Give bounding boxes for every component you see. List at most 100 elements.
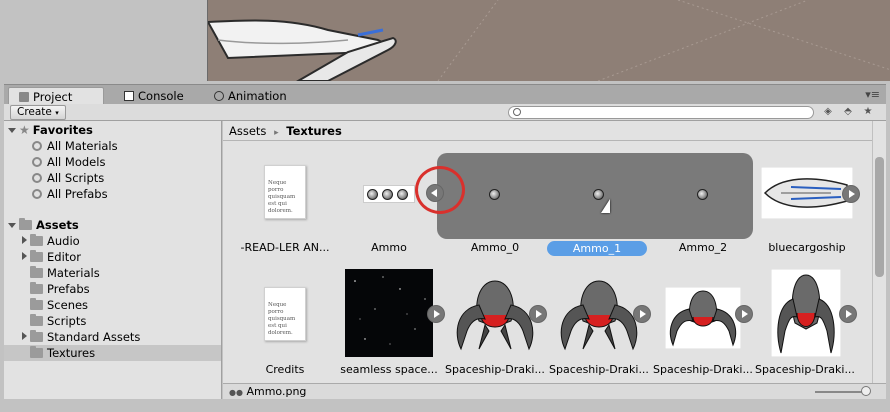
asset-label: Spaceship-Draki... bbox=[549, 363, 649, 376]
assets-header[interactable]: Assets bbox=[8, 217, 79, 233]
clock-icon bbox=[214, 91, 224, 101]
project-sidebar: ★ Favorites All Materials All Models All … bbox=[4, 121, 222, 399]
sidebar-item-label: Textures bbox=[47, 346, 96, 360]
asset-item[interactable]: Spaceship-Draki... bbox=[755, 267, 857, 377]
asset-item[interactable]: Neque porro quisquam est qui dolorem. Cr… bbox=[235, 267, 335, 377]
asset-item[interactable]: Neque porro quisquam est qui dolorem. -R… bbox=[235, 155, 335, 255]
sidebar-item-label: Prefabs bbox=[47, 282, 90, 296]
asset-label: Ammo bbox=[371, 241, 407, 254]
asset-label: bluecargoship bbox=[768, 241, 846, 254]
filter-by-type-icon[interactable]: ◈ bbox=[822, 106, 834, 118]
asset-label: Credits bbox=[265, 363, 305, 376]
asset-item-selected[interactable]: Ammo_1 bbox=[547, 155, 647, 256]
favorite-item[interactable]: All Materials bbox=[32, 138, 118, 154]
asset-item[interactable]: Spaceship-Draki... bbox=[549, 267, 651, 377]
favorite-item[interactable]: All Models bbox=[32, 154, 105, 170]
asset-item[interactable]: Spaceship-Draki... bbox=[653, 267, 753, 377]
favorite-item[interactable]: All Prefabs bbox=[32, 186, 108, 202]
panel-tab-bar: Project Console Animation ▾≡ bbox=[4, 84, 886, 105]
sidebar-item-materials[interactable]: Materials bbox=[30, 265, 100, 281]
sidebar-item-label: Materials bbox=[47, 266, 100, 280]
cursor-icon bbox=[601, 199, 610, 213]
favorite-item-label: All Materials bbox=[47, 139, 118, 153]
asset-item[interactable]: bluecargoship bbox=[757, 155, 860, 255]
expand-sprites-icon[interactable] bbox=[529, 305, 547, 323]
star-icon: ★ bbox=[19, 123, 30, 137]
vertical-scrollbar[interactable] bbox=[872, 121, 886, 383]
expand-arrow-icon[interactable] bbox=[8, 128, 16, 133]
tab-project[interactable]: Project bbox=[8, 87, 104, 105]
tab-animation[interactable]: Animation bbox=[204, 87, 297, 105]
sprite-sheet-thumbnail bbox=[363, 185, 415, 203]
favorite-item[interactable]: All Scripts bbox=[32, 170, 104, 186]
scrollbar-thumb[interactable] bbox=[875, 157, 884, 277]
expand-sprites-icon[interactable] bbox=[839, 305, 857, 323]
sidebar-item-label: Editor bbox=[47, 250, 82, 264]
sidebar-item-textures[interactable]: Textures bbox=[4, 345, 221, 361]
selected-file-path: Ammo.png bbox=[246, 385, 307, 398]
folder-icon bbox=[19, 218, 32, 230]
thumbnail-size-slider[interactable] bbox=[815, 391, 867, 393]
search-icon bbox=[32, 141, 42, 151]
doc-preview-text: Neque porro quisquam est qui dolorem. bbox=[268, 302, 296, 336]
spaceship-sprite bbox=[208, 19, 397, 81]
assets-label: Assets bbox=[36, 218, 79, 232]
breadcrumb-separator: ▸ bbox=[274, 128, 279, 138]
text-asset-thumbnail: Neque porro quisquam est qui dolorem. bbox=[264, 165, 306, 219]
breadcrumb-assets[interactable]: Assets bbox=[229, 124, 266, 138]
folder-icon bbox=[30, 250, 43, 262]
expand-arrow-icon[interactable] bbox=[22, 236, 27, 244]
asset-item[interactable]: seamless space... bbox=[339, 267, 445, 377]
breadcrumb-textures[interactable]: Textures bbox=[286, 124, 342, 138]
sidebar-item-prefabs[interactable]: Prefabs bbox=[30, 281, 90, 297]
expand-sprites-icon[interactable] bbox=[842, 185, 860, 203]
sidebar-item-scenes[interactable]: Scenes bbox=[30, 297, 88, 313]
tab-console[interactable]: Console bbox=[114, 87, 194, 105]
tab-animation-label: Animation bbox=[228, 89, 287, 103]
sidebar-item-label: Audio bbox=[47, 234, 80, 248]
sidebar-item-label: Standard Assets bbox=[47, 330, 141, 344]
hierarchy-panel-strip bbox=[0, 0, 207, 81]
expand-arrow-icon[interactable] bbox=[22, 332, 27, 340]
panel-options-icon[interactable]: ▾≡ bbox=[865, 88, 880, 101]
folder-icon bbox=[30, 282, 43, 294]
asset-label: Ammo_2 bbox=[678, 241, 728, 254]
sidebar-item-audio[interactable]: Audio bbox=[22, 233, 80, 249]
console-icon bbox=[124, 91, 134, 101]
filter-by-label-icon[interactable]: ⬘ bbox=[842, 106, 854, 118]
sidebar-item-scripts[interactable]: Scripts bbox=[30, 313, 86, 329]
expand-arrow-icon[interactable] bbox=[8, 223, 16, 228]
slider-knob[interactable] bbox=[861, 386, 871, 396]
expand-sprites-icon[interactable] bbox=[633, 305, 651, 323]
favorites-header[interactable]: ★ Favorites bbox=[8, 122, 93, 138]
sidebar-item-label: Scenes bbox=[47, 298, 89, 312]
file-icon: ●● bbox=[229, 388, 243, 397]
asset-label: Spaceship-Draki... bbox=[653, 363, 753, 376]
spaceship-thumbnail bbox=[665, 287, 741, 349]
asset-item[interactable]: Ammo_0 bbox=[445, 155, 545, 255]
save-search-star-icon[interactable]: ★ bbox=[862, 106, 874, 118]
search-icon bbox=[513, 108, 521, 116]
sidebar-item-editor[interactable]: Editor bbox=[22, 249, 81, 265]
search-icon bbox=[32, 157, 42, 167]
expand-arrow-icon[interactable] bbox=[22, 252, 27, 260]
asset-item[interactable]: Spaceship-Draki... bbox=[445, 267, 547, 377]
asset-item[interactable]: Ammo_2 bbox=[653, 155, 753, 255]
spaceship-thumbnail bbox=[771, 269, 841, 357]
doc-preview-text: Neque porro quisquam est qui dolorem. bbox=[268, 180, 296, 214]
sidebar-item-label: Scripts bbox=[47, 314, 87, 328]
asset-label: Ammo_0 bbox=[470, 241, 520, 254]
folder-icon bbox=[30, 234, 43, 246]
scene-view[interactable] bbox=[207, 0, 890, 81]
scene-grid bbox=[208, 0, 890, 81]
create-dropdown-button[interactable]: Create ▾ bbox=[10, 105, 66, 120]
folder-icon bbox=[30, 314, 43, 326]
search-icon bbox=[32, 189, 42, 199]
tab-console-label: Console bbox=[138, 89, 184, 103]
search-input[interactable] bbox=[508, 106, 814, 119]
favorite-item-label: All Scripts bbox=[47, 171, 105, 185]
project-toolbar: Create ▾ ◈ ⬘ ★ bbox=[4, 104, 886, 121]
expand-sprites-icon[interactable] bbox=[735, 305, 753, 323]
expand-sprites-icon[interactable] bbox=[427, 305, 445, 323]
sidebar-item-standard-assets[interactable]: Standard Assets bbox=[22, 329, 140, 345]
